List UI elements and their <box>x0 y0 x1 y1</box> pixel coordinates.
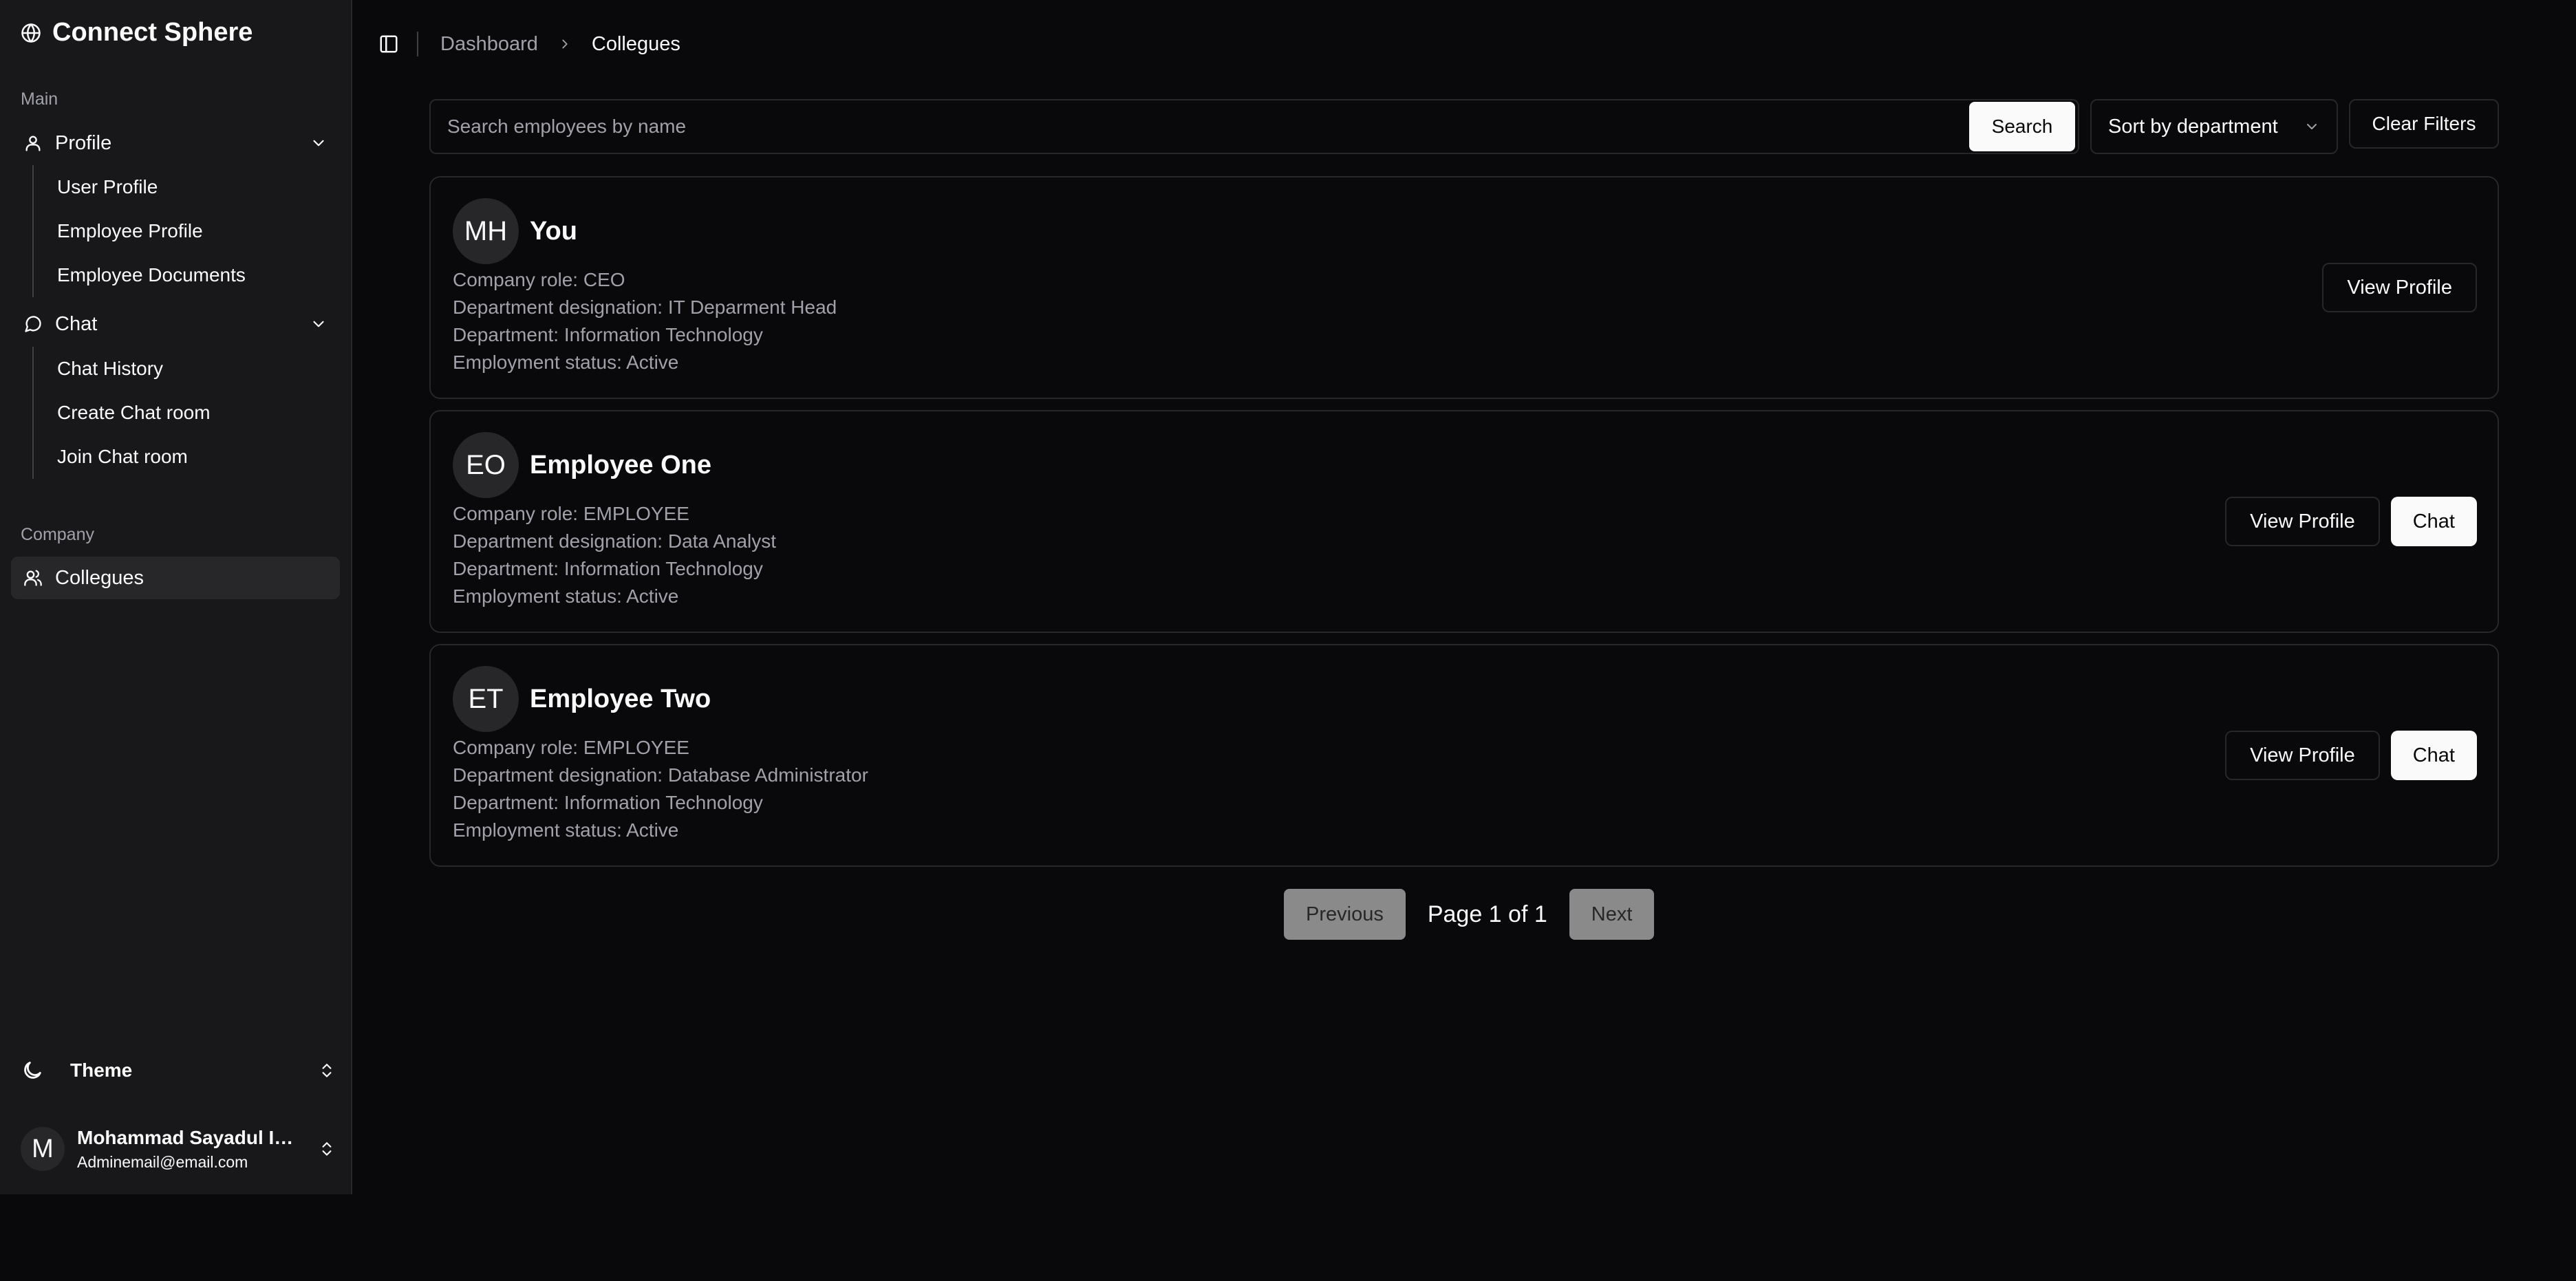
sidebar: Connect Sphere Main Profile User Profile… <box>0 0 352 1194</box>
user-email: Adminemail@email.com <box>77 1152 248 1171</box>
employee-actions: View Profile Chat <box>2225 731 2477 780</box>
employee-name: Employee One <box>530 450 711 480</box>
sidebar-item-join-chat-room[interactable]: Join Chat room <box>34 435 335 479</box>
employee-card-header: MH You <box>453 198 577 264</box>
top-header: Dashboard Collegues <box>354 0 2576 88</box>
sidebar-item-user-profile[interactable]: User Profile <box>34 165 335 209</box>
globe-icon <box>21 23 41 43</box>
employee-status: Employment status: Active <box>453 352 679 373</box>
previous-page-button[interactable]: Previous <box>1284 889 1406 940</box>
group-label-company: Company <box>21 525 94 544</box>
sidebar-toggle-icon[interactable] <box>378 34 399 54</box>
sidebar-item-label: Collegues <box>55 566 144 589</box>
employee-designation: Department designation: Database Adminis… <box>453 764 868 786</box>
employee-actions: View Profile Chat <box>2225 497 2477 546</box>
avatar: ET <box>453 666 519 732</box>
chevron-right-icon <box>557 36 572 52</box>
chevrons-up-down-icon <box>318 1062 336 1079</box>
sidebar-item-profile[interactable]: Profile <box>11 122 340 164</box>
chevrons-up-down-icon <box>318 1140 336 1158</box>
sidebar-item-label: Chat <box>55 312 98 335</box>
user-icon <box>23 133 43 153</box>
employee-details: Company role: EMPLOYEE Department design… <box>453 504 776 607</box>
app-title: Connect Sphere <box>52 18 253 47</box>
employee-role: Company role: EMPLOYEE <box>453 503 689 524</box>
employee-role: Company role: CEO <box>453 269 625 290</box>
search-input[interactable] <box>431 100 1969 153</box>
sidebar-item-chat[interactable]: Chat <box>11 303 340 345</box>
theme-label: Theme <box>70 1059 133 1081</box>
sidebar-item-label: Profile <box>55 131 112 154</box>
users-icon <box>23 568 43 588</box>
brand[interactable]: Connect Sphere <box>21 18 253 47</box>
moon-icon <box>21 1059 44 1082</box>
employee-role: Company role: EMPLOYEE <box>453 737 689 758</box>
employee-department: Department: Information Technology <box>453 792 763 813</box>
employee-card: EO Employee One Company role: EMPLOYEE D… <box>429 410 2499 633</box>
chat-button[interactable]: Chat <box>2390 731 2477 780</box>
view-profile-button[interactable]: View Profile <box>2225 731 2380 780</box>
employee-status: Employment status: Active <box>453 819 679 841</box>
employee-card: ET Employee Two Company role: EMPLOYEE D… <box>429 644 2499 867</box>
breadcrumb: Dashboard Collegues <box>418 33 680 56</box>
avatar: EO <box>453 432 519 498</box>
sidebar-item-collegues[interactable]: Collegues <box>11 557 340 599</box>
employee-name: Employee Two <box>530 684 711 713</box>
theme-switcher[interactable]: Theme <box>21 1053 336 1088</box>
breadcrumb-collegues: Collegues <box>591 32 680 55</box>
user-info: Mohammad Sayadul Islam Adminemail@email.… <box>77 1127 297 1172</box>
employee-details: Company role: CEO Department designation… <box>453 270 837 373</box>
sidebar-item-employee-profile[interactable]: Employee Profile <box>34 209 335 253</box>
chat-button[interactable]: Chat <box>2390 497 2477 546</box>
sidebar-item-employee-documents[interactable]: Employee Documents <box>34 253 335 297</box>
chevron-down-icon <box>310 134 328 152</box>
view-profile-button[interactable]: View Profile <box>2322 263 2477 312</box>
user-menu[interactable]: M Mohammad Sayadul Islam Adminemail@emai… <box>21 1121 336 1176</box>
next-page-button[interactable]: Next <box>1569 889 1655 940</box>
group-label-main: Main <box>21 89 58 109</box>
breadcrumb-dashboard[interactable]: Dashboard <box>440 33 538 56</box>
search-button[interactable]: Search <box>1969 102 2075 151</box>
sort-select-value: Sort by department <box>2108 115 2278 138</box>
search-bar: Search <box>429 99 2079 154</box>
employee-status: Employment status: Active <box>453 585 679 607</box>
profile-submenu: User Profile Employee Profile Employee D… <box>32 165 335 297</box>
employee-actions: View Profile <box>2322 263 2477 312</box>
employee-department: Department: Information Technology <box>453 558 763 579</box>
employee-details: Company role: EMPLOYEE Department design… <box>453 738 868 841</box>
message-circle-icon <box>23 314 43 334</box>
employee-department: Department: Information Technology <box>453 324 763 345</box>
chat-submenu: Chat History Create Chat room Join Chat … <box>32 347 335 479</box>
employee-designation: Department designation: IT Deparment Hea… <box>453 297 837 318</box>
sort-select[interactable]: Sort by department <box>2090 99 2338 154</box>
chevron-down-icon <box>2304 118 2320 135</box>
employee-card-header: EO Employee One <box>453 432 711 498</box>
page-indicator: Page 1 of 1 <box>1427 901 1547 927</box>
employee-card-header: ET Employee Two <box>453 666 711 732</box>
employee-designation: Department designation: Data Analyst <box>453 530 777 552</box>
sidebar-item-chat-history[interactable]: Chat History <box>34 347 335 391</box>
employee-name: You <box>530 216 577 246</box>
view-profile-button[interactable]: View Profile <box>2225 497 2380 546</box>
avatar: M <box>21 1127 65 1171</box>
avatar: MH <box>453 198 519 264</box>
sidebar-item-create-chat-room[interactable]: Create Chat room <box>34 391 335 435</box>
clear-filters-button[interactable]: Clear Filters <box>2349 99 2499 149</box>
pagination: Previous Page 1 of 1 Next <box>1284 889 1655 940</box>
employee-card: MH You Company role: CEO Department desi… <box>429 176 2499 399</box>
chevron-down-icon <box>310 315 328 333</box>
user-name: Mohammad Sayadul Islam <box>77 1126 297 1148</box>
